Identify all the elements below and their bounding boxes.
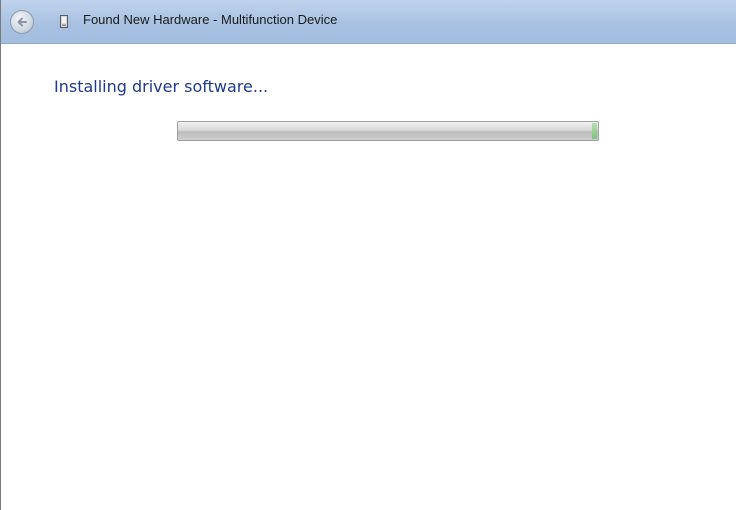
page-heading: Installing driver software... [54,77,269,96]
usb-device-icon [60,15,68,28]
title-bar: Found New Hardware - Multifunction Devic… [1,0,736,44]
progress-bar [177,121,599,141]
wizard-window: Found New Hardware - Multifunction Devic… [0,0,736,510]
back-button[interactable] [10,10,34,34]
back-arrow-icon [17,17,27,27]
progress-fill [178,122,598,140]
window-title: Found New Hardware - Multifunction Devic… [83,12,338,27]
progress-highlight [592,123,597,139]
